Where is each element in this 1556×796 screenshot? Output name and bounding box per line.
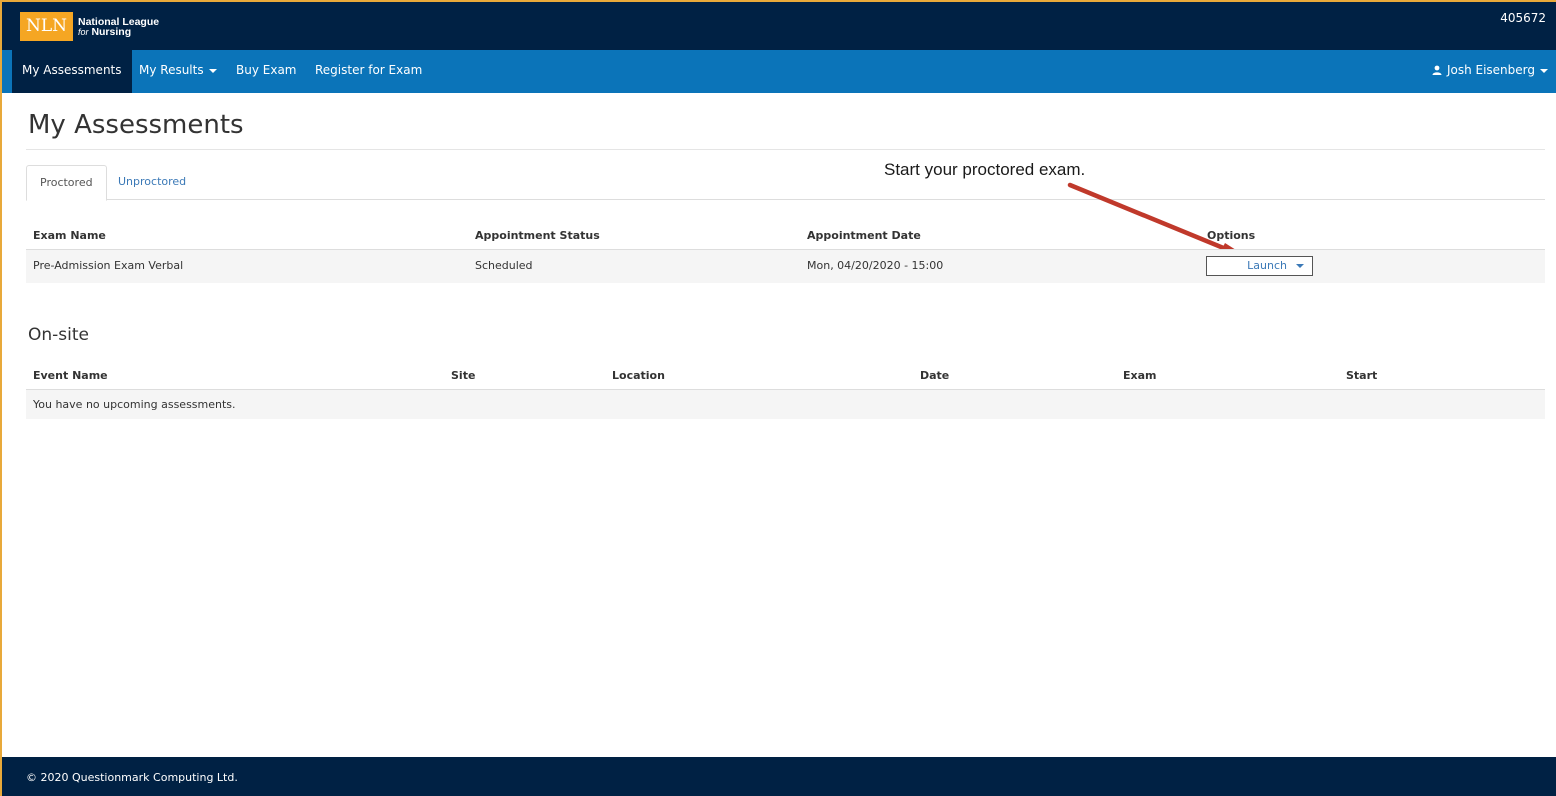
- logo-for: for: [78, 26, 89, 37]
- logo-text: National League for Nursing: [78, 16, 159, 38]
- col-options: Options: [1207, 229, 1256, 242]
- page-title: My Assessments: [28, 110, 244, 140]
- launch-button[interactable]: Launch: [1206, 256, 1313, 276]
- tab-proctored[interactable]: Proctored: [26, 165, 107, 201]
- nav-my-results-label: My Results: [139, 63, 204, 77]
- col-location: Location: [612, 369, 665, 382]
- tab-unproctored-label: Unproctored: [118, 175, 187, 188]
- logo-nursing: Nursing: [91, 25, 132, 38]
- user-icon: [1432, 65, 1442, 75]
- col-exam-name: Exam Name: [33, 229, 106, 242]
- copyright-text: © 2020 Questionmark Computing Ltd.: [26, 771, 238, 784]
- exam-name-cell: Pre-Admission Exam Verbal: [33, 259, 184, 272]
- tab-unproctored[interactable]: Unproctored: [105, 165, 199, 200]
- onsite-table: Event Name Site Location Date Exam Start…: [26, 364, 1545, 420]
- onsite-title: On-site: [28, 325, 89, 345]
- logo-mark: NLN: [20, 12, 73, 41]
- chevron-down-icon: [1540, 68, 1548, 73]
- table-row: Pre-Admission Exam Verbal Scheduled Mon,…: [26, 250, 1545, 284]
- col-appointment-date: Appointment Date: [807, 229, 921, 242]
- nav-my-assessments[interactable]: My Assessments: [12, 50, 132, 93]
- chevron-down-icon: [1296, 264, 1304, 268]
- col-start: Start: [1346, 369, 1378, 382]
- nav-register-for-exam[interactable]: Register for Exam: [305, 50, 432, 93]
- logo-line2: for Nursing: [78, 25, 159, 38]
- date-cell: Mon, 04/20/2020 - 15:00: [807, 259, 944, 272]
- user-menu[interactable]: Josh Eisenberg: [1432, 50, 1548, 93]
- table-row: You have no upcoming assessments.: [26, 390, 1545, 420]
- tab-proctored-label: Proctored: [40, 176, 93, 189]
- assessment-tabs: Proctored Unproctored: [26, 165, 1545, 201]
- top-header: NLN National League for Nursing 405672: [0, 0, 1556, 50]
- empty-message: You have no upcoming assessments.: [33, 398, 236, 411]
- chevron-down-icon: [208, 68, 217, 73]
- divider: [26, 149, 1545, 150]
- user-name: Josh Eisenberg: [1446, 63, 1535, 77]
- footer: © 2020 Questionmark Computing Ltd.: [0, 757, 1556, 796]
- nav-my-results[interactable]: My Results: [129, 50, 227, 93]
- col-date: Date: [920, 369, 950, 382]
- table-header: Exam Name Appointment Status Appointment…: [26, 224, 1545, 250]
- nln-logo[interactable]: NLN National League for Nursing: [20, 12, 159, 41]
- proctored-table: Exam Name Appointment Status Appointment…: [26, 224, 1545, 284]
- col-exam: Exam: [1123, 369, 1157, 382]
- nav-buy-exam[interactable]: Buy Exam: [226, 50, 306, 93]
- table-header: Event Name Site Location Date Exam Start: [26, 364, 1545, 390]
- status-cell: Scheduled: [475, 259, 533, 272]
- main-nav: My Assessments My Results Buy Exam Regis…: [0, 50, 1556, 93]
- nav-my-assessments-label: My Assessments: [22, 63, 122, 77]
- annotation-text: Start your proctored exam.: [884, 160, 1086, 179]
- col-appointment-status: Appointment Status: [475, 229, 600, 242]
- nav-buy-exam-label: Buy Exam: [236, 63, 297, 77]
- launch-label: Launch: [1247, 259, 1287, 272]
- col-site: Site: [451, 369, 476, 382]
- nav-register-label: Register for Exam: [315, 63, 423, 77]
- account-id: 405672: [1500, 11, 1546, 25]
- col-event-name: Event Name: [33, 369, 108, 382]
